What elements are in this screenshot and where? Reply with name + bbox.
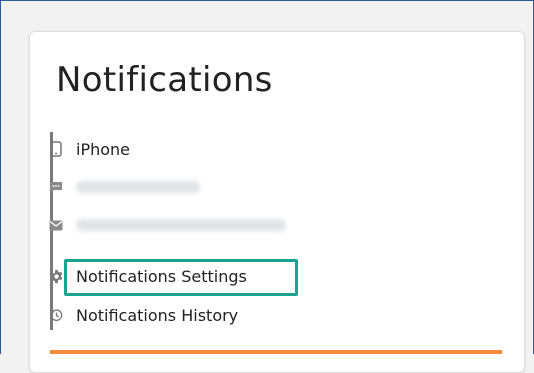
notifications-history-link[interactable]: Notifications History bbox=[48, 302, 238, 328]
page-title: Notifications bbox=[56, 60, 273, 100]
accent-divider bbox=[50, 350, 502, 354]
contact-item-sms bbox=[48, 174, 200, 200]
notifications-settings-label: Notifications Settings bbox=[76, 266, 247, 286]
gear-icon bbox=[48, 268, 64, 284]
contact-value-email-redacted bbox=[76, 219, 286, 231]
contact-value-sms-redacted bbox=[76, 181, 200, 193]
contact-item-phone: iPhone bbox=[48, 136, 130, 162]
message-icon bbox=[48, 179, 64, 195]
history-icon bbox=[48, 307, 64, 323]
contact-item-email bbox=[48, 212, 286, 238]
notifications-card: Notifications iPhone Notifications Setti… bbox=[29, 31, 525, 373]
notifications-history-label: Notifications History bbox=[76, 305, 239, 325]
phone-icon bbox=[48, 141, 64, 157]
contact-label-phone: iPhone bbox=[76, 139, 131, 159]
mail-icon bbox=[48, 217, 64, 233]
notifications-settings-link[interactable]: Notifications Settings bbox=[48, 263, 247, 289]
